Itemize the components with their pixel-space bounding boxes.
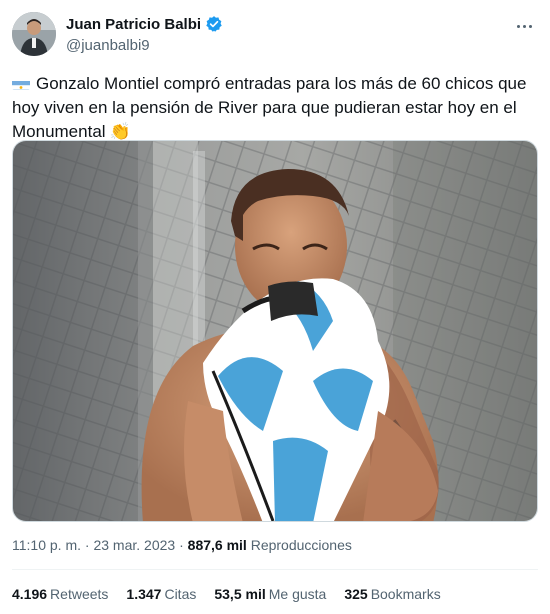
retweets-stat[interactable]: 4.196 Retweets bbox=[12, 586, 108, 602]
tweet-stats: 4.196 Retweets 1.347 Citas 53,5 mil Me gust… bbox=[12, 586, 459, 602]
tweet-date[interactable]: 23 mar. 2023 bbox=[93, 537, 175, 553]
author-display-name[interactable]: Juan Patricio Balbi bbox=[66, 16, 201, 33]
bookmarks-stat[interactable]: 325 Bookmarks bbox=[344, 586, 440, 602]
likes-stat[interactable]: 53,5 mil Me gusta bbox=[214, 586, 326, 602]
bookmarks-label: Bookmarks bbox=[370, 586, 441, 602]
verified-badge-icon bbox=[205, 15, 223, 33]
author-handle[interactable]: @juanbalbi9 bbox=[66, 37, 223, 54]
tweet-text: Gonzalo Montiel compró entradas para los… bbox=[12, 72, 538, 144]
tweet-header: Juan Patricio Balbi @juanbalbi9 bbox=[12, 12, 538, 58]
quotes-count: 1.347 bbox=[126, 586, 162, 602]
divider bbox=[12, 569, 538, 570]
quotes-stat[interactable]: 1.347 Citas bbox=[126, 586, 196, 602]
tweet-time[interactable]: 11:10 p. m. bbox=[12, 537, 81, 553]
quotes-label: Citas bbox=[164, 586, 197, 602]
meta-separator-dot: · bbox=[84, 537, 90, 553]
argentina-flag-icon bbox=[12, 77, 30, 90]
avatar[interactable] bbox=[12, 12, 56, 56]
bookmarks-count: 325 bbox=[344, 586, 368, 602]
meta-separator-dot: · bbox=[179, 537, 184, 553]
author-names: Juan Patricio Balbi @juanbalbi9 bbox=[66, 14, 223, 54]
tweet-meta: 11:10 p. m. · 23 mar. 2023 · 887,6 mil R… bbox=[12, 537, 352, 553]
more-options-icon[interactable] bbox=[512, 14, 536, 38]
tweet-body: Gonzalo Montiel compró entradas para los… bbox=[12, 74, 527, 141]
likes-label: Me gusta bbox=[268, 586, 327, 602]
views-label: Reproducciones bbox=[250, 537, 352, 553]
views-count: 887,6 mil bbox=[187, 537, 247, 553]
likes-count: 53,5 mil bbox=[214, 586, 266, 602]
retweets-label: Retweets bbox=[50, 586, 109, 602]
retweets-count: 4.196 bbox=[12, 586, 48, 602]
tweet-photo[interactable] bbox=[12, 140, 538, 522]
